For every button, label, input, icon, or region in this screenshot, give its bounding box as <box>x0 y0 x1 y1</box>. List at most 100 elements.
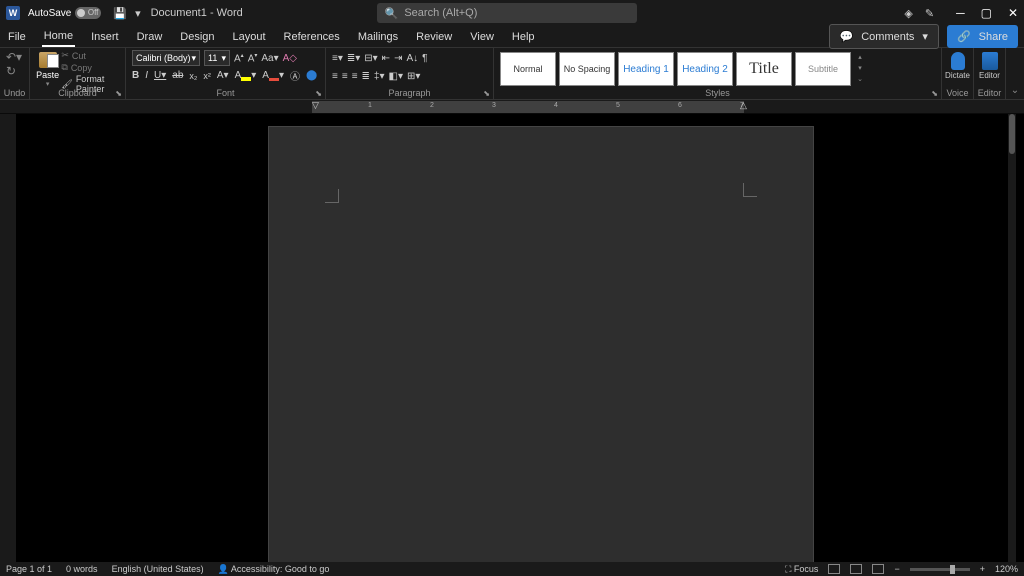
italic-button[interactable]: I <box>145 70 148 81</box>
clear-formatting-button[interactable]: A◇ <box>283 53 297 64</box>
comment-icon: 💬 <box>838 27 856 46</box>
bold-button[interactable]: B <box>132 70 139 81</box>
borders-button[interactable]: ⊞▾ <box>407 71 420 82</box>
tab-draw[interactable]: Draw <box>135 28 165 46</box>
share-button[interactable]: 🔗 Share <box>947 25 1018 48</box>
collapse-ribbon-button[interactable]: ⌄ <box>1006 48 1024 99</box>
tab-mailings[interactable]: Mailings <box>356 28 400 46</box>
document-canvas[interactable] <box>16 114 1008 562</box>
underline-button[interactable]: U▾ <box>154 70 166 81</box>
microphone-icon[interactable] <box>951 52 965 70</box>
diamond-icon[interactable]: ◈ <box>904 7 912 20</box>
minimize-button[interactable]: ─ <box>956 6 965 20</box>
highlight-button[interactable]: A▾ <box>235 70 257 81</box>
first-line-indent[interactable]: ▽ <box>312 100 319 111</box>
copy-button[interactable]: ⧉Copy <box>61 62 119 73</box>
subscript-button[interactable]: x₂ <box>189 71 197 81</box>
qat-dropdown-icon[interactable]: ▾ <box>135 7 141 20</box>
align-right-button[interactable]: ≡ <box>352 71 358 82</box>
font-launcher[interactable]: ⬊ <box>315 89 322 98</box>
save-icon[interactable]: 💾 <box>113 7 127 20</box>
tab-design[interactable]: Design <box>178 28 216 46</box>
styles-scroll[interactable]: ▴▾⌄ <box>854 52 866 86</box>
group-label-undo: Undo <box>0 88 29 98</box>
editor-icon[interactable] <box>982 52 998 70</box>
chevron-down-icon: ▾ <box>221 53 226 64</box>
bullets-button[interactable]: ≡▾ <box>332 53 343 64</box>
zoom-level[interactable]: 120% <box>995 564 1018 574</box>
styles-launcher[interactable]: ⬊ <box>931 89 938 98</box>
shrink-font-button[interactable]: A▾ <box>248 52 258 64</box>
tab-home[interactable]: Home <box>42 27 75 47</box>
paragraph-launcher[interactable]: ⬊ <box>483 89 490 98</box>
pen-icon[interactable]: ✎ <box>925 7 934 20</box>
language-indicator[interactable]: English (United States) <box>112 564 204 574</box>
page[interactable] <box>268 126 814 562</box>
grow-font-button[interactable]: A▴ <box>234 52 244 64</box>
autosave-toggle[interactable]: Off <box>75 7 101 19</box>
tab-layout[interactable]: Layout <box>231 28 268 46</box>
close-button[interactable]: ✕ <box>1008 6 1018 20</box>
focus-mode[interactable]: ⛶ Focus <box>785 564 818 575</box>
accessibility-indicator[interactable]: 👤 Accessibility: Good to go <box>218 564 330 575</box>
word-count[interactable]: 0 words <box>66 564 98 574</box>
zoom-in-button[interactable]: + <box>980 564 985 574</box>
text-effects-button[interactable]: A▾ <box>217 70 229 81</box>
decrease-indent-button[interactable]: ⇤ <box>382 53 390 64</box>
font-name-select[interactable]: Calibri (Body)▾ <box>132 50 200 66</box>
sort-button[interactable]: A↓ <box>406 53 418 64</box>
style-normal[interactable]: Normal <box>500 52 556 86</box>
vertical-scrollbar[interactable] <box>1008 114 1016 562</box>
undo-button[interactable]: ↶▾ <box>6 50 23 64</box>
font-size-select[interactable]: 11▾ <box>204 50 230 66</box>
view-read-mode[interactable] <box>828 564 840 574</box>
align-left-button[interactable]: ≡ <box>332 71 338 82</box>
right-indent[interactable]: △ <box>740 100 747 111</box>
cut-button[interactable]: ✂Cut <box>61 50 119 61</box>
tab-insert[interactable]: Insert <box>89 28 121 46</box>
zoom-out-button[interactable]: − <box>894 564 899 574</box>
scrollbar-thumb[interactable] <box>1009 114 1015 154</box>
style-title[interactable]: Title <box>736 52 792 86</box>
font-group: Calibri (Body)▾ 11▾ A▴ A▾ Aa▾ A◇ B I U▾ … <box>126 48 326 99</box>
view-web-layout[interactable] <box>872 564 884 574</box>
maximize-button[interactable]: ▢ <box>981 6 992 20</box>
zoom-slider[interactable] <box>910 568 970 571</box>
horizontal-ruler[interactable]: ▽ 1 2 3 4 5 6 7 △ <box>0 100 1024 114</box>
char-border-button[interactable]: Ⓐ <box>290 68 300 83</box>
tab-view[interactable]: View <box>468 28 496 46</box>
tab-review[interactable]: Review <box>414 28 454 46</box>
change-case-button[interactable]: Aa▾ <box>261 53 278 64</box>
search-input[interactable]: 🔍 Search (Alt+Q) <box>377 3 637 23</box>
justify-button[interactable]: ≣ <box>362 71 370 82</box>
numbering-button[interactable]: ≣▾ <box>347 53 360 64</box>
strikethrough-button[interactable]: ab <box>172 70 183 81</box>
tab-references[interactable]: References <box>282 28 342 46</box>
style-no-spacing[interactable]: No Spacing <box>559 52 615 86</box>
multilevel-button[interactable]: ⊟▾ <box>364 53 377 64</box>
style-heading-2[interactable]: Heading 2 <box>677 52 733 86</box>
superscript-button[interactable]: x² <box>203 71 211 81</box>
tab-file[interactable]: File <box>6 28 28 46</box>
increase-indent-button[interactable]: ⇥ <box>394 53 402 64</box>
style-heading-1[interactable]: Heading 1 <box>618 52 674 86</box>
tab-help[interactable]: Help <box>510 28 537 46</box>
redo-button[interactable]: ↻ <box>6 64 23 78</box>
clipboard-launcher[interactable]: ⬊ <box>115 89 122 98</box>
ribbon: ↶▾ ↻ Undo Paste ▾ ✂Cut ⧉Copy 🖌Format Pai… <box>0 48 1024 100</box>
char-shading-button[interactable]: ⬤ <box>306 70 317 81</box>
paste-button[interactable]: Paste ▾ <box>36 50 59 88</box>
line-spacing-button[interactable]: ‡▾ <box>374 71 385 82</box>
page-indicator[interactable]: Page 1 of 1 <box>6 564 52 574</box>
vertical-ruler[interactable] <box>0 114 16 562</box>
view-print-layout[interactable] <box>850 564 862 574</box>
comments-button[interactable]: 💬 Comments ▾ <box>829 24 939 49</box>
style-subtitle[interactable]: Subtitle <box>795 52 851 86</box>
zoom-thumb[interactable] <box>950 565 955 574</box>
copy-icon: ⧉ <box>61 62 67 73</box>
show-marks-button[interactable]: ¶ <box>422 53 427 64</box>
font-color-button[interactable]: A▾ <box>262 70 284 81</box>
align-center-button[interactable]: ≡ <box>342 71 348 82</box>
shading-button[interactable]: ◧▾ <box>389 71 403 82</box>
document-title[interactable]: Document1 - Word <box>151 7 243 19</box>
